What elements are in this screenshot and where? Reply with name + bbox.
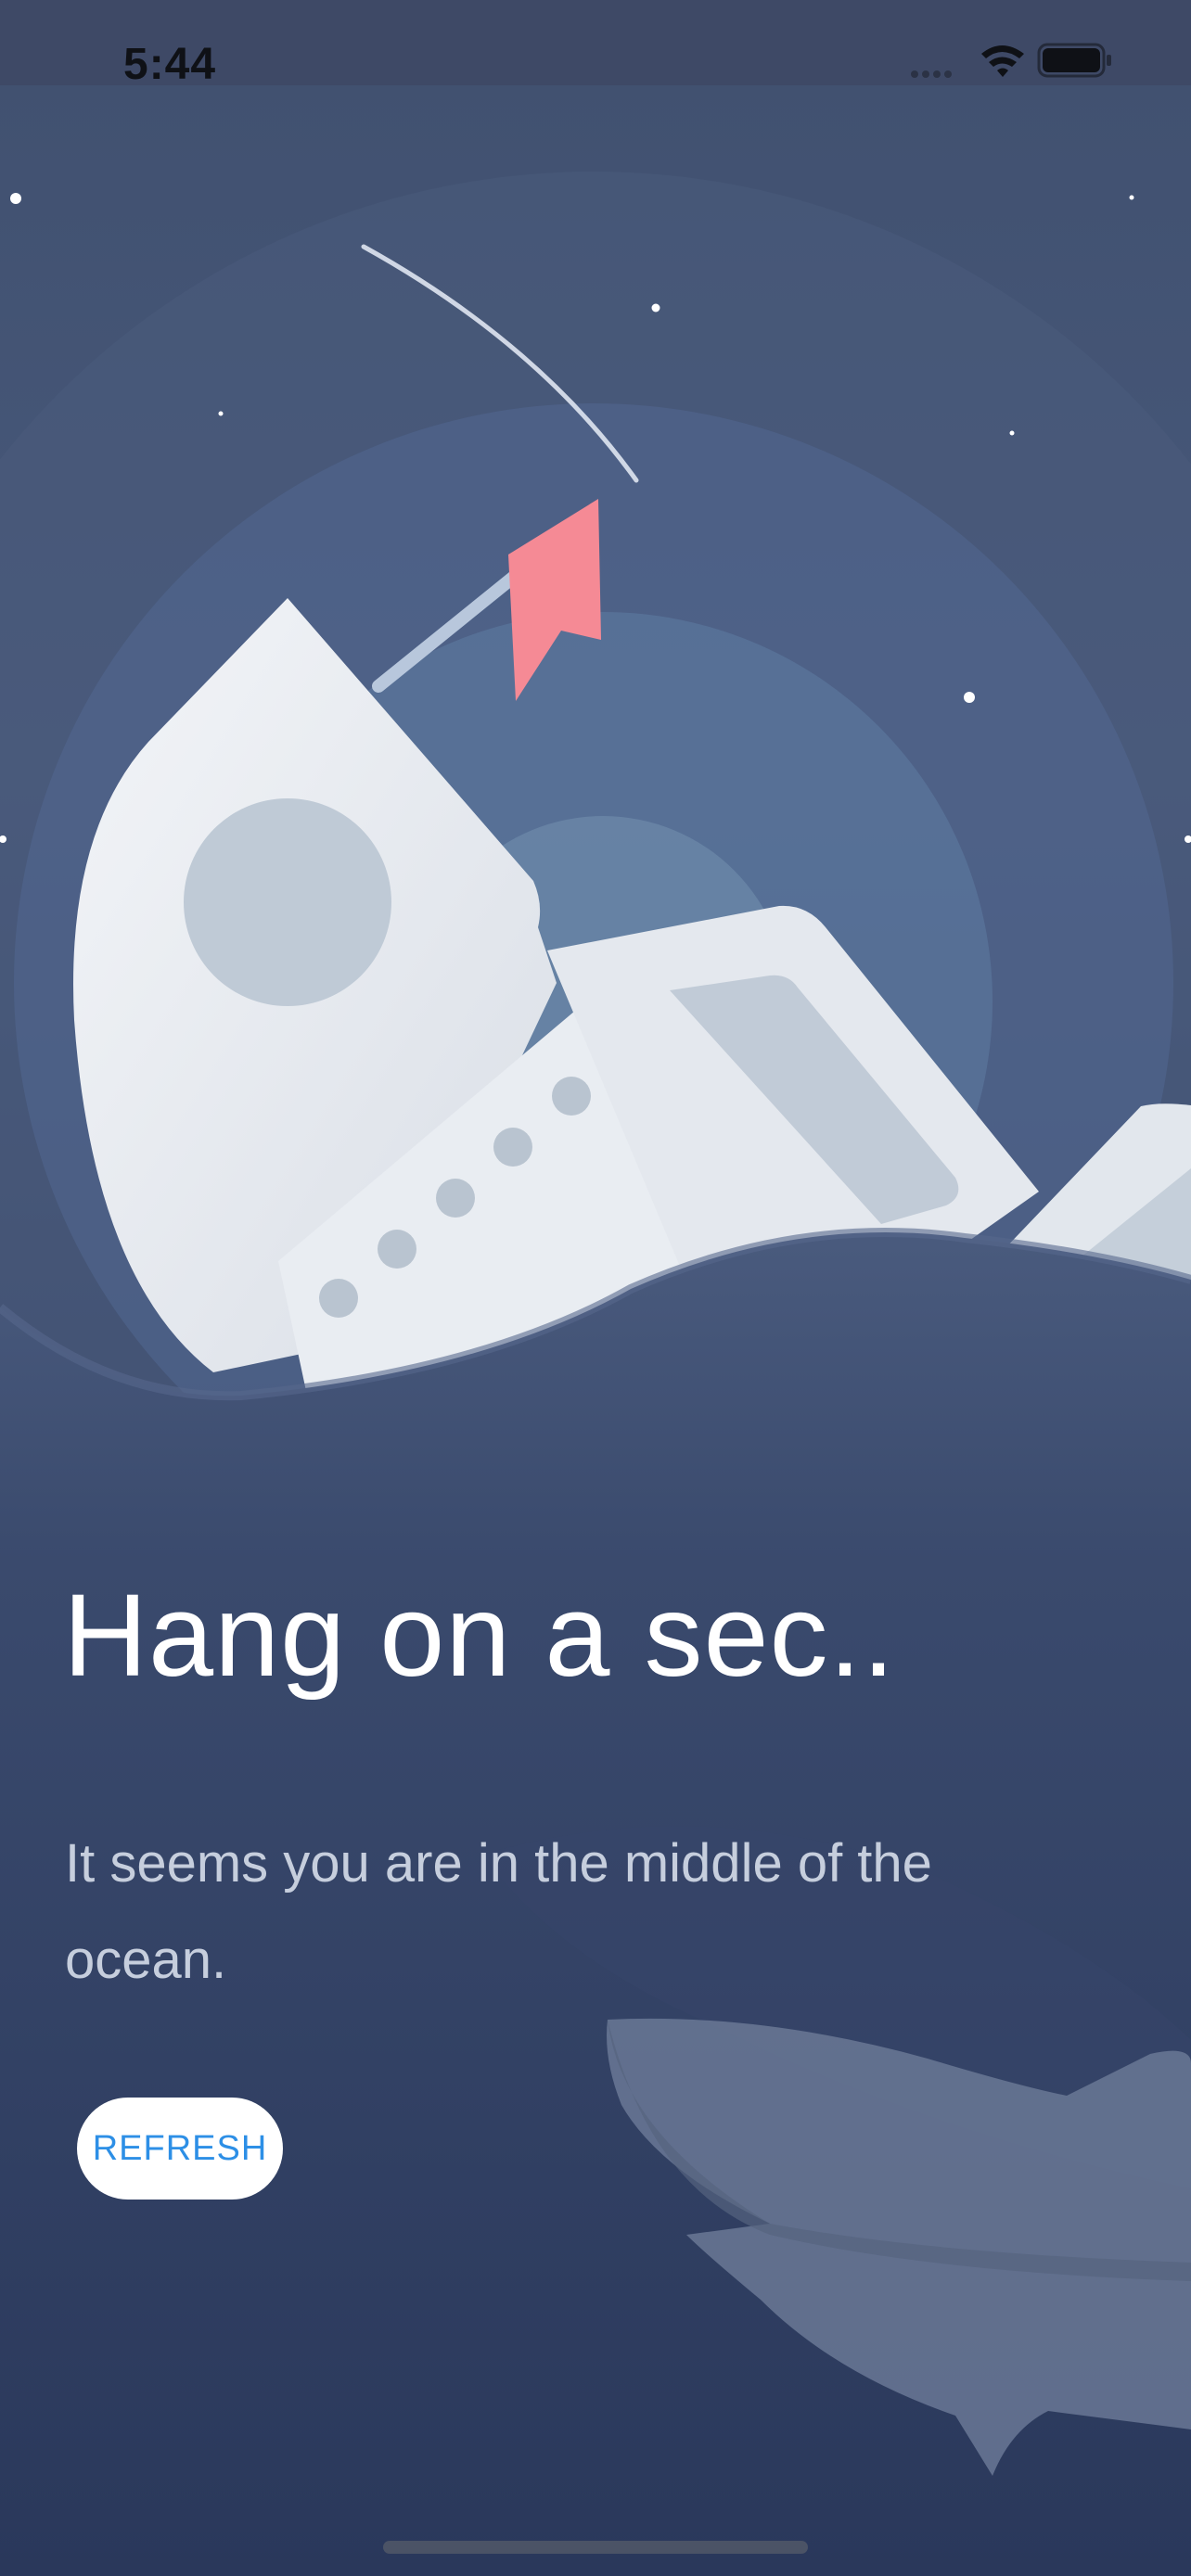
status-time: 5:44 (123, 40, 217, 89)
refresh-button[interactable]: REFRESH (77, 2098, 283, 2200)
signal-dots-icon (911, 70, 952, 78)
headline: Hang on a sec.. (63, 1570, 896, 1701)
offline-message: It seems you are in the middle of the oc… (65, 1833, 932, 1990)
wifi-icon (981, 45, 1024, 77)
status-icons (911, 43, 1111, 78)
status-bar: 5:44 (0, 0, 1191, 89)
home-indicator[interactable] (383, 2541, 808, 2554)
offline-screen: 5:44 Hang on a sec.. It seems you are in… (0, 0, 1191, 2576)
battery-icon (1037, 43, 1111, 78)
